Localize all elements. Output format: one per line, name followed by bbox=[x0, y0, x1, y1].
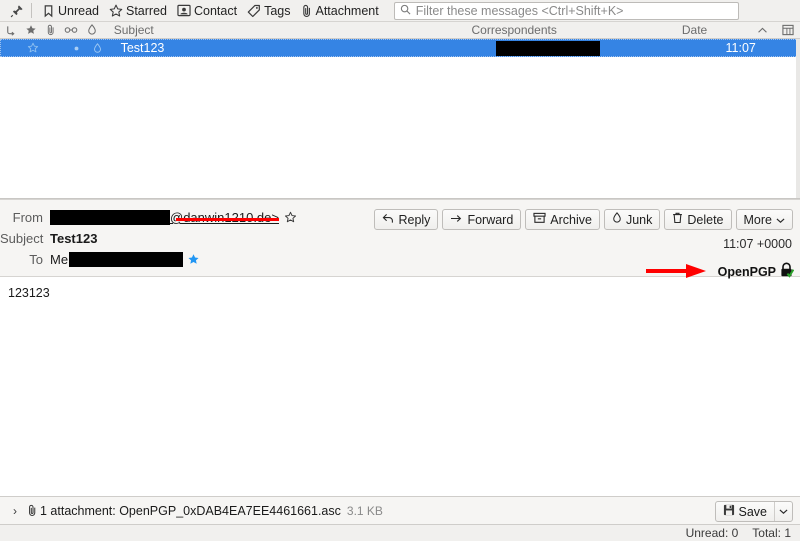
thread-column-headers: Subject Correspondents Date bbox=[0, 22, 800, 39]
message-date: 11:07 +0000 bbox=[723, 237, 792, 251]
message-header-pane: From @danwin1210.de> Subject Test123 To … bbox=[0, 199, 800, 279]
column-header-correspondents-label: Correspondents bbox=[471, 23, 557, 37]
forward-button-label: Forward bbox=[467, 212, 514, 227]
column-header-date[interactable]: Date bbox=[639, 22, 750, 39]
more-button[interactable]: More bbox=[735, 209, 793, 230]
thread-pane-scrollbar[interactable] bbox=[796, 39, 800, 198]
read-dot-icon[interactable] bbox=[65, 45, 87, 52]
save-button-label: Save bbox=[738, 504, 768, 519]
unread-bookmark-icon bbox=[42, 4, 55, 18]
to-label: To bbox=[29, 252, 43, 267]
delete-button-label: Delete bbox=[687, 212, 724, 227]
archive-box-icon bbox=[533, 212, 546, 227]
quick-filter-unread-button[interactable]: Unread bbox=[39, 2, 106, 20]
floppy-save-icon bbox=[723, 504, 735, 519]
red-arrow-icon bbox=[646, 262, 708, 283]
contact-card-icon bbox=[177, 4, 191, 17]
more-button-label: More bbox=[743, 212, 772, 227]
junk-flame-icon bbox=[612, 212, 622, 227]
status-total-count: Total: 1 bbox=[752, 526, 791, 540]
column-picker-icon[interactable] bbox=[776, 22, 800, 39]
expand-twisty-icon[interactable]: › bbox=[6, 504, 24, 518]
toolbar-separator bbox=[31, 3, 32, 18]
column-header-read[interactable] bbox=[61, 22, 81, 39]
forward-button[interactable]: Forward bbox=[442, 209, 522, 230]
quick-filter-unread-label: Unread bbox=[58, 3, 99, 18]
junk-flame-icon[interactable] bbox=[87, 42, 109, 54]
save-button[interactable]: Save bbox=[716, 502, 775, 521]
junk-button[interactable]: Junk bbox=[603, 209, 661, 230]
subject-value: Test123 bbox=[50, 231, 98, 246]
openpgp-status-badge[interactable]: OpenPGP bbox=[717, 262, 795, 281]
reply-button-label: Reply bbox=[398, 212, 431, 227]
quick-filter-tags-button[interactable]: Tags bbox=[244, 2, 297, 20]
reply-arrow-icon bbox=[382, 213, 394, 227]
attachment-size: 3.1 KB bbox=[346, 503, 383, 518]
star-icon bbox=[109, 4, 123, 18]
status-bar: Unread: 0 Total: 1 bbox=[0, 524, 800, 541]
from-label: From bbox=[12, 210, 43, 225]
row-subject: Test123 bbox=[120, 41, 165, 55]
quick-filter-attachment-button[interactable]: Attachment bbox=[298, 2, 386, 20]
column-header-subject-label: Subject bbox=[113, 23, 154, 37]
search-input-placeholder: Filter these messages <Ctrl+Shift+K> bbox=[415, 3, 624, 18]
chevron-down-icon bbox=[779, 509, 788, 514]
column-header-junk[interactable] bbox=[81, 22, 101, 39]
sort-ascending-icon[interactable] bbox=[750, 22, 776, 39]
table-row[interactable]: Test123 11:07 bbox=[0, 39, 800, 57]
column-header-star[interactable] bbox=[20, 22, 40, 39]
save-dropdown-button[interactable] bbox=[774, 502, 792, 521]
openpgp-label: OpenPGP bbox=[717, 264, 776, 279]
column-header-subject[interactable]: Subject bbox=[102, 22, 390, 39]
trash-icon bbox=[672, 212, 683, 227]
tag-icon bbox=[247, 4, 261, 18]
to-redacted-block bbox=[69, 252, 184, 267]
save-attachment-split-button: Save bbox=[714, 501, 793, 522]
subject-label: Subject bbox=[0, 231, 44, 246]
paperclip-icon bbox=[301, 4, 313, 18]
archive-button[interactable]: Archive bbox=[525, 209, 600, 230]
star-outline-icon[interactable] bbox=[22, 42, 44, 54]
star-outline-icon[interactable] bbox=[284, 211, 297, 224]
attachment-bar: › 1 attachment: OpenPGP_0xDAB4EA7EE44616… bbox=[0, 496, 800, 524]
from-value[interactable]: @danwin1210.de> bbox=[50, 210, 297, 225]
row-date: 11:07 bbox=[725, 41, 756, 55]
attachment-label[interactable]: 1 attachment: OpenPGP_0xDAB4EA7EE4461661… bbox=[40, 504, 341, 518]
quick-filter-attachment-label: Attachment bbox=[315, 3, 379, 18]
thunderbird-window: Unread Starred Contact Tags Attachment F… bbox=[0, 0, 800, 541]
search-input[interactable]: Filter these messages <Ctrl+Shift+K> bbox=[393, 1, 739, 20]
message-body-text: 123123 bbox=[8, 286, 50, 300]
quick-filter-toolbar: Unread Starred Contact Tags Attachment F… bbox=[0, 0, 800, 22]
to-value[interactable]: Me bbox=[50, 252, 200, 267]
junk-button-label: Junk bbox=[625, 212, 653, 227]
delete-button[interactable]: Delete bbox=[664, 209, 732, 230]
message-subject-line: Subject Test123 bbox=[0, 228, 800, 249]
quick-filter-starred-button[interactable]: Starred bbox=[106, 2, 174, 20]
pin-icon[interactable] bbox=[6, 2, 28, 20]
search-icon bbox=[400, 3, 411, 18]
column-header-correspondents[interactable]: Correspondents bbox=[389, 22, 639, 39]
quick-filter-tags-label: Tags bbox=[264, 3, 291, 18]
from-redacted-block bbox=[50, 210, 170, 225]
row-correspondent-redacted bbox=[415, 40, 682, 56]
forward-arrow-icon bbox=[450, 213, 463, 227]
reply-button[interactable]: Reply bbox=[374, 209, 439, 230]
column-header-date-label: Date bbox=[681, 23, 708, 37]
to-recipient-name: Me bbox=[50, 252, 69, 267]
column-header-attachment[interactable] bbox=[41, 22, 61, 39]
chevron-down-icon bbox=[776, 213, 785, 227]
message-body[interactable]: 123123 bbox=[0, 277, 800, 496]
lock-verified-icon bbox=[779, 262, 795, 281]
archive-button-label: Archive bbox=[550, 212, 592, 227]
quick-filter-contact-label: Contact bbox=[194, 3, 238, 18]
star-filled-icon[interactable] bbox=[187, 253, 200, 266]
thread-pane[interactable]: Test123 11:07 bbox=[0, 39, 800, 199]
paperclip-icon bbox=[24, 504, 40, 517]
message-action-buttons: Reply Forward Archive Junk Delete More bbox=[370, 209, 793, 230]
quick-filter-contact-button[interactable]: Contact bbox=[174, 2, 244, 20]
status-unread-count: Unread: 0 bbox=[685, 526, 739, 540]
quick-filter-starred-label: Starred bbox=[126, 3, 167, 18]
column-header-thread[interactable] bbox=[0, 22, 20, 39]
